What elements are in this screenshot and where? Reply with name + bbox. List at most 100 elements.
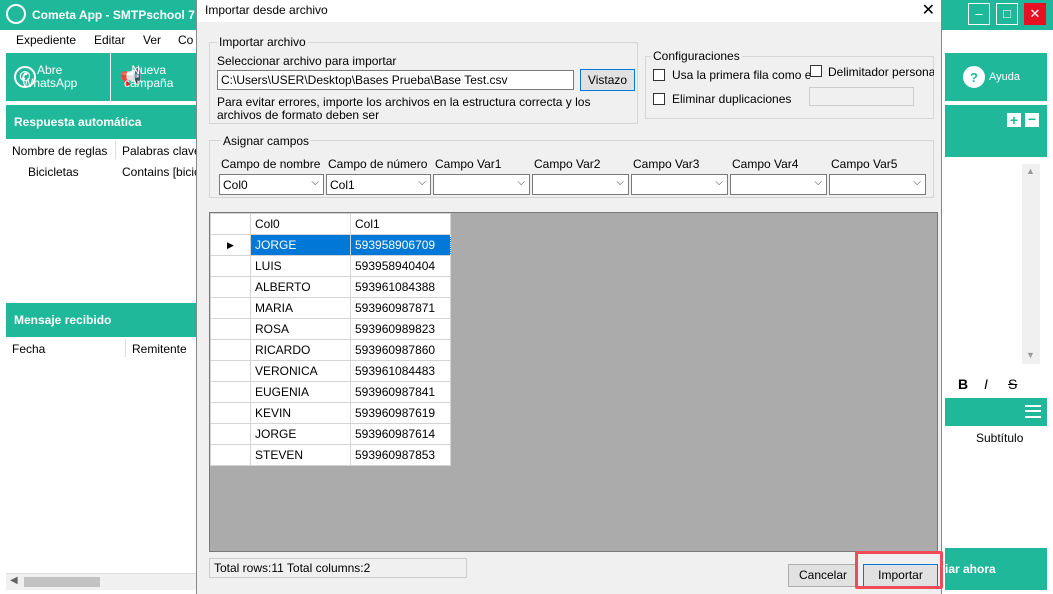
delimiter-input[interactable]	[809, 87, 914, 106]
field-label-var3: Campo Var3	[633, 157, 700, 171]
table-row[interactable]: VERONICA 593961084483	[210, 360, 451, 382]
grid-cell[interactable]: ALBERTO	[250, 276, 351, 298]
first-row-header-checkbox[interactable]	[653, 69, 665, 81]
grid-cell[interactable]: VERONICA	[250, 360, 351, 382]
table-row[interactable]: ROSA 593960989823	[210, 318, 451, 340]
grid-cell[interactable]: MARIA	[250, 297, 351, 319]
data-grid-table: Col0 Col1 ▶ JORGE 593958906709 LUIS 59395…	[210, 213, 451, 466]
row-header[interactable]	[210, 423, 251, 445]
field-label-name: Campo de nombre	[221, 157, 321, 171]
grid-cell[interactable]: JORGE	[250, 423, 351, 445]
grid-cell[interactable]: KEVIN	[250, 402, 351, 424]
table-row[interactable]: MARIA 593960987871	[210, 297, 451, 319]
open-whatsapp-button[interactable]: ✆ Abre WhatsApp	[14, 53, 111, 101]
scroll-down-icon[interactable]: ▼	[1026, 350, 1035, 360]
grid-cell[interactable]: 593960987871	[350, 297, 451, 319]
scrollbar-thumb[interactable]	[24, 577, 100, 587]
chevron-down-icon: ⌵	[913, 177, 921, 188]
grid-cell[interactable]: 593960987860	[350, 339, 451, 361]
var2-field-select[interactable]: ⌵	[532, 174, 629, 195]
menu-expediente[interactable]: Expediente	[16, 33, 76, 47]
import-dialog: Importar desde archivo ✕ Importar archiv…	[196, 0, 943, 594]
row-header[interactable]	[210, 381, 251, 403]
menu-editar[interactable]: Editar	[94, 33, 125, 47]
rule-row-keyword[interactable]: Contains [bicicle	[122, 165, 196, 179]
table-row[interactable]: KEVIN 593960987619	[210, 402, 451, 424]
table-row[interactable]: LUIS 593958940404	[210, 255, 451, 277]
rule-row-name[interactable]: Bicicletas	[28, 165, 79, 179]
grid-cell[interactable]: 593961084483	[350, 360, 451, 382]
list-header	[945, 398, 1047, 426]
grid-cell[interactable]: RICARDO	[250, 339, 351, 361]
grid-cell[interactable]: JORGE	[250, 234, 351, 256]
scroll-left-icon[interactable]: ◀	[10, 575, 18, 586]
editor-scrollbar[interactable]: ▲ ▼	[1022, 164, 1040, 364]
grid-cell[interactable]: 593960989823	[350, 318, 451, 340]
custom-delimiter-checkbox[interactable]	[810, 65, 822, 77]
number-field-select[interactable]: Col1 ⌵	[326, 174, 431, 195]
menu-co[interactable]: Co	[178, 33, 193, 47]
grid-cell[interactable]: 593960987841	[350, 381, 451, 403]
help-button[interactable]: ? Ayuda	[945, 53, 1047, 101]
row-pointer-icon[interactable]: ▶	[210, 234, 251, 256]
grid-cell[interactable]: 593960987853	[350, 444, 451, 466]
row-header[interactable]	[210, 318, 251, 340]
data-grid[interactable]: Col0 Col1 ▶ JORGE 593958906709 LUIS 59395…	[209, 212, 938, 552]
send-now-button[interactable]: iar ahora	[945, 548, 1047, 590]
var1-field-select[interactable]: ⌵	[433, 174, 530, 195]
toolbar-left: ✆ Abre WhatsApp 📢 Nueva campaña	[6, 53, 196, 101]
received-title: Mensaje recibido	[14, 313, 112, 327]
var3-field-select[interactable]: ⌵	[631, 174, 728, 195]
grid-column-header[interactable]: Col1	[350, 213, 451, 235]
row-header[interactable]	[210, 339, 251, 361]
maximize-icon[interactable]: □	[996, 3, 1018, 25]
grid-cell[interactable]: 593960987614	[350, 423, 451, 445]
remove-icon[interactable]: −	[1025, 112, 1039, 127]
horizontal-scrollbar[interactable]: ◀	[6, 573, 196, 590]
italic-button[interactable]: I	[984, 376, 988, 392]
grid-cell[interactable]: STEVEN	[250, 444, 351, 466]
open-whatsapp-label-2: WhatsApp	[22, 76, 78, 90]
grid-cell[interactable]: ROSA	[250, 318, 351, 340]
row-header[interactable]	[210, 276, 251, 298]
minimize-icon[interactable]: –	[968, 3, 990, 25]
close-icon[interactable]: ✕	[1024, 3, 1046, 25]
grid-cell[interactable]: 593958940404	[350, 255, 451, 277]
grid-cell[interactable]: EUGENIA	[250, 381, 351, 403]
strike-button[interactable]: S	[1008, 376, 1017, 392]
file-path-input[interactable]: C:\Users\USER\Desktop\Bases Prueba\Base …	[217, 70, 574, 90]
preview-button[interactable]: Vistazo	[580, 69, 635, 91]
remove-duplicates-checkbox[interactable]	[653, 93, 665, 105]
row-header[interactable]	[210, 255, 251, 277]
grid-column-header[interactable]: Col0	[250, 213, 351, 235]
row-header[interactable]	[210, 402, 251, 424]
grid-cell[interactable]: 593958906709	[350, 234, 451, 256]
row-header[interactable]	[210, 297, 251, 319]
table-row[interactable]: RICARDO 593960987860	[210, 339, 451, 361]
new-campaign-button[interactable]: 📢 Nueva campaña	[120, 53, 196, 101]
row-header[interactable]	[210, 360, 251, 382]
table-row[interactable]: JORGE 593960987614	[210, 423, 451, 445]
cancel-button[interactable]: Cancelar	[788, 564, 858, 587]
custom-delimiter-label: Delimitador personaliz	[828, 65, 934, 79]
hamburger-menu-icon[interactable]	[1025, 405, 1041, 418]
close-icon[interactable]: ✕	[922, 0, 935, 20]
table-row[interactable]: EUGENIA 593960987841	[210, 381, 451, 403]
table-row[interactable]: ▶ JORGE 593958906709	[210, 234, 451, 256]
open-whatsapp-label-1: Abre	[37, 63, 63, 77]
table-row[interactable]: ALBERTO 593961084388	[210, 276, 451, 298]
menu-ver[interactable]: Ver	[143, 33, 161, 47]
grid-cell[interactable]: LUIS	[250, 255, 351, 277]
bold-button[interactable]: B	[958, 376, 968, 392]
name-field-select[interactable]: Col0 ⌵	[219, 174, 324, 195]
row-header[interactable]	[210, 444, 251, 466]
select-file-label: Seleccionar archivo para importar	[217, 54, 397, 68]
var4-field-select[interactable]: ⌵	[730, 174, 827, 195]
var5-field-select[interactable]: ⌵	[829, 174, 926, 195]
add-icon[interactable]: +	[1007, 113, 1021, 127]
table-row[interactable]: STEVEN 593960987853	[210, 444, 451, 466]
scroll-up-icon[interactable]: ▲	[1026, 166, 1035, 176]
row-header-corner	[210, 213, 251, 235]
grid-cell[interactable]: 593961084388	[350, 276, 451, 298]
grid-cell[interactable]: 593960987619	[350, 402, 451, 424]
